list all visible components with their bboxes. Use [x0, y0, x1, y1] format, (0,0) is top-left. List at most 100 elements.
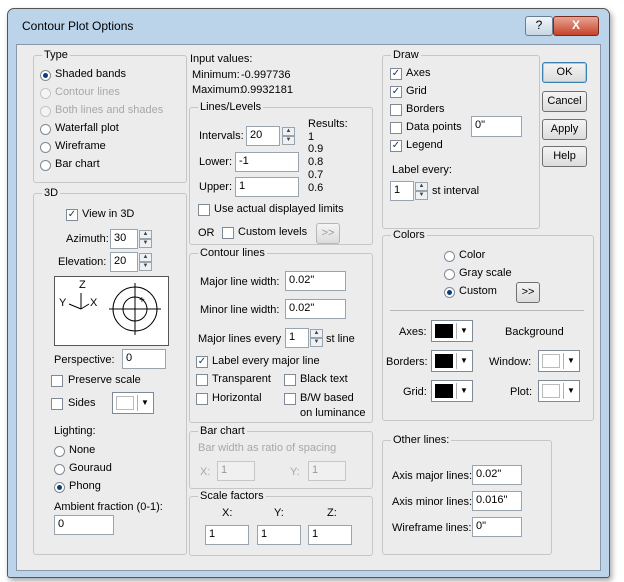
- major-lines-every-input[interactable]: 1: [285, 328, 309, 348]
- checkbox-axes[interactable]: ✓: [390, 68, 402, 80]
- label-color: Color: [459, 249, 486, 261]
- radio-bar-chart[interactable]: [40, 160, 51, 171]
- label-borders-color: Borders:: [386, 356, 428, 368]
- axis-minor-lines-input[interactable]: 0.016": [472, 491, 522, 511]
- intervals-spinner[interactable]: ▲ ▼: [282, 127, 295, 145]
- data-points-size-input[interactable]: 0": [471, 116, 522, 137]
- axes-color-combo[interactable]: ▼: [431, 320, 473, 342]
- cancel-button[interactable]: Cancel: [542, 91, 587, 112]
- label-waterfall-plot: Waterfall plot: [55, 122, 119, 134]
- result-value: 0.7: [308, 169, 324, 181]
- help-button[interactable]: Help: [542, 146, 587, 167]
- wireframe-lines-input[interactable]: 0": [472, 517, 522, 537]
- elevation-spinner[interactable]: ▲ ▼: [139, 253, 152, 271]
- orientation-icon: +: [68, 283, 161, 335]
- checkbox-grid[interactable]: ✓: [390, 86, 402, 98]
- upper-input[interactable]: 1: [235, 177, 299, 197]
- major-lines-every-spinner[interactable]: ▲ ▼: [310, 329, 323, 347]
- checkbox-custom-levels[interactable]: [222, 227, 234, 239]
- custom-levels-button[interactable]: >>: [316, 223, 340, 244]
- scale-y-input[interactable]: 1: [257, 525, 301, 545]
- scale-x-input[interactable]: 1: [205, 525, 249, 545]
- label-bar-chart: Bar chart: [55, 158, 100, 170]
- label-upper: Upper:: [199, 181, 233, 193]
- custom-colors-button[interactable]: >>: [516, 282, 540, 303]
- checkbox-black-text[interactable]: [284, 374, 296, 386]
- axes-color-swatch: [435, 324, 453, 338]
- checkbox-label-every-major[interactable]: ✓: [196, 356, 208, 368]
- label-every-spinner[interactable]: ▲ ▼: [415, 182, 428, 200]
- azimuth-spinner[interactable]: ▲ ▼: [139, 230, 152, 248]
- radio-color[interactable]: [444, 251, 455, 262]
- label-st-interval: st interval: [432, 185, 480, 197]
- grid-color-combo[interactable]: ▼: [431, 380, 473, 402]
- checkbox-legend[interactable]: ✓: [390, 140, 402, 152]
- azimuth-input[interactable]: 30: [110, 229, 138, 249]
- draw-group-title: Draw: [391, 49, 421, 61]
- radio-lighting-gouraud[interactable]: [54, 464, 65, 475]
- checkbox-bw-based[interactable]: [284, 393, 296, 405]
- label-gray-scale: Gray scale: [459, 267, 512, 279]
- ambient-fraction-input[interactable]: 0: [54, 515, 114, 535]
- radio-contour-lines[interactable]: [40, 88, 51, 99]
- perspective-input[interactable]: 0: [122, 349, 166, 369]
- borders-color-combo[interactable]: ▼: [431, 350, 473, 372]
- sides-color-swatch: [116, 396, 134, 410]
- help-icon[interactable]: ?: [525, 16, 553, 36]
- radio-custom[interactable]: [444, 287, 455, 298]
- bar-chart-group-title: Bar chart: [198, 425, 247, 437]
- label-sides: Sides: [68, 397, 96, 409]
- checkbox-view-in-3d[interactable]: ✓: [66, 209, 78, 221]
- label-label-every-major: Label every major line: [212, 355, 320, 367]
- radio-shaded-bands[interactable]: [40, 70, 51, 81]
- label-shaded-bands: Shaded bands: [55, 68, 126, 80]
- radio-gray-scale[interactable]: [444, 269, 455, 280]
- checkbox-horizontal[interactable]: [196, 393, 208, 405]
- bar-x-input[interactable]: 1: [217, 461, 255, 481]
- minor-line-width-input[interactable]: 0.02": [285, 299, 346, 319]
- label-lighting-phong: Phong: [69, 480, 101, 492]
- plot-color-combo[interactable]: ▼: [538, 380, 580, 402]
- radio-lighting-phong[interactable]: [54, 482, 65, 493]
- label-minimum: Minimum:: [192, 69, 240, 81]
- 3d-orientation-preview[interactable]: Z Y X +: [54, 276, 169, 346]
- checkbox-sides[interactable]: [51, 398, 63, 410]
- label-preserve-scale: Preserve scale: [68, 374, 141, 386]
- label-every-input[interactable]: 1: [390, 181, 414, 201]
- checkbox-preserve-scale[interactable]: [51, 375, 63, 387]
- major-line-width-input[interactable]: 0.02": [285, 271, 346, 291]
- bar-y-input[interactable]: 1: [308, 461, 346, 481]
- label-borders: Borders: [406, 103, 445, 115]
- sides-color-combo[interactable]: ▼: [112, 392, 154, 414]
- label-azimuth: Azimuth:: [66, 233, 109, 245]
- label-axis-major-lines: Axis major lines:: [392, 470, 473, 482]
- intervals-input[interactable]: 20: [246, 126, 280, 146]
- checkbox-data-points[interactable]: [390, 122, 402, 134]
- label-plot-color: Plot:: [510, 386, 533, 398]
- radio-wireframe[interactable]: [40, 142, 51, 153]
- axis-major-lines-input[interactable]: 0.02": [472, 465, 522, 485]
- scale-z-input[interactable]: 1: [308, 525, 352, 545]
- input-values-title: Input values:: [190, 53, 253, 65]
- window-title: Contour Plot Options: [22, 19, 134, 33]
- checkbox-use-actual-limits[interactable]: [198, 204, 210, 216]
- label-transparent: Transparent: [212, 373, 271, 385]
- 3d-group-title: 3D: [42, 187, 61, 199]
- radio-waterfall-plot[interactable]: [40, 124, 51, 135]
- radio-lighting-none[interactable]: [54, 446, 65, 457]
- chevron-down-icon: ▼: [456, 323, 471, 339]
- window-color-combo[interactable]: ▼: [538, 350, 580, 372]
- radio-both-lines-shades[interactable]: [40, 106, 51, 117]
- checkbox-borders[interactable]: [390, 104, 402, 116]
- lower-input[interactable]: -1: [235, 152, 299, 172]
- label-st-line: st line: [326, 333, 355, 345]
- elevation-input[interactable]: 20: [110, 252, 138, 272]
- checkbox-transparent[interactable]: [196, 374, 208, 386]
- close-icon[interactable]: X: [553, 16, 599, 36]
- ok-button[interactable]: OK: [542, 62, 587, 83]
- apply-button[interactable]: Apply: [542, 119, 587, 140]
- label-grid: Grid: [406, 85, 427, 97]
- label-scale-x: X:: [222, 507, 233, 519]
- label-lighting-none: None: [69, 444, 96, 456]
- result-value: 0.9: [308, 143, 324, 155]
